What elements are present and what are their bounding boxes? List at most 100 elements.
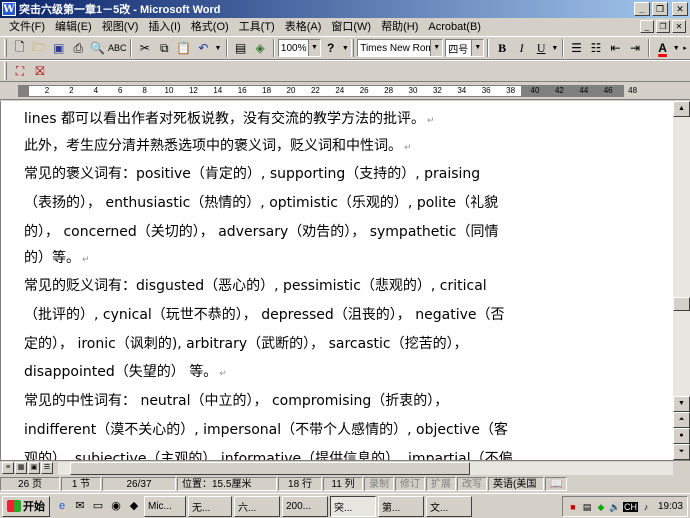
toolbar-grip[interactable] (351, 39, 355, 57)
undo-icon[interactable]: ↶ (194, 38, 214, 58)
decrease-indent-icon[interactable]: ⇤ (606, 38, 626, 58)
ruler-tick-label: 42 (554, 86, 564, 95)
doc-minimize-button[interactable]: _ (640, 20, 654, 33)
more-buttons-icon[interactable]: ▸ (680, 38, 690, 58)
print-icon[interactable]: ⎙ (69, 38, 89, 58)
tray-antivirus-icon[interactable]: ■ (567, 501, 579, 513)
tray-network-icon[interactable]: ▤ (581, 501, 593, 513)
zoom-select[interactable]: 100% ▼ (277, 39, 321, 57)
menu-tools[interactable]: 工具(T) (234, 18, 280, 36)
quick-launch-app-icon[interactable]: ◆ (126, 498, 142, 514)
normal-view-icon[interactable]: ≡ (2, 462, 14, 474)
open-folder-icon[interactable]: 🗁 (29, 38, 49, 58)
task-button-untitled[interactable]: 无... (188, 495, 232, 517)
table-icon[interactable]: ▤ (231, 38, 251, 58)
print-preview-icon[interactable]: 🔍 (88, 38, 108, 58)
underline-icon[interactable]: U (531, 38, 551, 58)
underline-dropdown-icon[interactable]: ▼ (551, 38, 559, 58)
menu-window[interactable]: 窗口(W) (326, 18, 376, 36)
font-color-dropdown-icon[interactable]: ▼ (672, 38, 680, 58)
word-app-icon[interactable]: W (2, 2, 16, 16)
internet-explorer-icon[interactable]: e (54, 498, 70, 514)
copy-icon[interactable]: ⧉ (155, 38, 175, 58)
task-button-doc4[interactable]: 文... (426, 495, 472, 517)
bold-icon[interactable]: B (492, 38, 512, 58)
task-button-mic[interactable]: Mic... (144, 495, 186, 517)
status-record[interactable]: 录制 (364, 477, 394, 491)
drawing-icon[interactable]: ◈ (250, 38, 270, 58)
horizontal-scroll-track[interactable] (58, 462, 673, 475)
select-browse-object-icon[interactable]: ● (673, 428, 690, 444)
task-button-doc3[interactable]: 第... (378, 495, 424, 517)
start-button[interactable]: 开始 (2, 495, 50, 517)
undo-dropdown-icon[interactable]: ▼ (213, 38, 223, 58)
toolbar-separator (272, 39, 275, 57)
vertical-scroll-thumb[interactable] (673, 297, 690, 311)
previous-page-icon[interactable]: ⏶ (673, 412, 690, 428)
menu-view[interactable]: 视图(V) (97, 18, 144, 36)
toolbar-grip[interactable] (4, 39, 7, 57)
minimize-button[interactable]: _ (634, 2, 650, 16)
task-button-doc1[interactable]: 六... (234, 495, 280, 517)
menu-edit[interactable]: 编辑(E) (50, 18, 97, 36)
scroll-up-icon[interactable]: ▲ (673, 101, 690, 117)
doc-close-button[interactable]: ✕ (672, 20, 686, 33)
menu-format[interactable]: 格式(O) (186, 18, 234, 36)
outlook-icon[interactable]: ✉ (72, 498, 88, 514)
line-text: 常见的褒义词有：positive（肯定的）, supporting（支持的）, … (24, 166, 481, 182)
toolbar-separator (561, 39, 564, 57)
cut-icon[interactable]: ✂ (135, 38, 155, 58)
menu-acrobat[interactable]: Acrobat(B) (423, 18, 486, 36)
spelling-status-icon[interactable]: 📖 (545, 477, 567, 491)
numbering-icon[interactable]: ☰ (567, 38, 587, 58)
new-document-icon[interactable]: 🗋 (10, 38, 30, 58)
document-area[interactable]: lines 都可以看出作者对死板说教，没有交流的教学方法的批评。 ↵ 此外，考生应… (0, 101, 673, 460)
ime-indicator[interactable]: CH (622, 501, 638, 512)
task-button-active[interactable]: 突... (330, 495, 376, 517)
web-layout-icon[interactable]: ▦ (15, 462, 27, 474)
vertical-scrollbar[interactable]: ▲ ▼ ⏶ ● ⏷ (673, 101, 690, 460)
tray-volume-icon[interactable]: 🔊 (609, 501, 621, 513)
chevron-down-icon[interactable]: ▼ (430, 40, 443, 56)
toolbar-grip[interactable] (4, 62, 7, 80)
media-player-icon[interactable]: ◉ (108, 498, 124, 514)
close-button[interactable]: ✕ (672, 2, 688, 16)
menu-insert[interactable]: 插入(I) (143, 18, 185, 36)
next-page-icon[interactable]: ⏷ (673, 444, 690, 460)
convert-to-pdf-icon[interactable]: ⛶ (10, 61, 30, 81)
status-track-changes[interactable]: 修订 (395, 477, 425, 491)
font-color-icon[interactable]: A (653, 38, 673, 58)
show-desktop-icon[interactable]: ▭ (90, 498, 106, 514)
bullets-icon[interactable]: ☷ (586, 38, 606, 58)
status-extend[interactable]: 扩展 (426, 477, 456, 491)
paste-icon[interactable]: 📋 (174, 38, 194, 58)
horizontal-ruler[interactable]: 2 2 4 6 8 10 12 14 16 18 20 22 24 26 28 30 32 34 36 38 40 42 4… (0, 82, 690, 100)
restore-button[interactable]: ❐ (652, 2, 668, 16)
print-layout-icon[interactable]: ▣ (28, 462, 40, 474)
horizontal-scroll-thumb[interactable] (70, 462, 470, 475)
task-button-doc2[interactable]: 200... (282, 495, 328, 517)
document-line: 常见的中性词有： neutral（中立的）， compromising（折衷的）… (24, 390, 448, 410)
font-size-select[interactable]: 四号 ▼ (445, 39, 485, 57)
status-language[interactable]: 英语(美国 (488, 477, 544, 491)
tray-speaker-icon[interactable]: ♪ (640, 501, 652, 513)
save-icon[interactable]: ▣ (49, 38, 69, 58)
chevron-down-icon[interactable]: ▼ (307, 40, 320, 56)
menu-file[interactable]: 文件(F) (4, 18, 50, 36)
tray-app-icon[interactable]: ◆ (595, 501, 607, 513)
increase-indent-icon[interactable]: ⇥ (625, 38, 645, 58)
spelling-icon[interactable]: ABC (108, 38, 128, 58)
italic-icon[interactable]: I (512, 38, 532, 58)
chevron-down-icon[interactable]: ▼ (471, 40, 484, 56)
convert-and-email-pdf-icon[interactable]: ⛝ (30, 61, 50, 81)
menu-table[interactable]: 表格(A) (280, 18, 327, 36)
scroll-down-icon[interactable]: ▼ (673, 396, 690, 412)
status-overtype[interactable]: 改写 (457, 477, 487, 491)
font-name-select[interactable]: Times New Roman ▼ (357, 39, 444, 57)
ruler-tick-label: 2 (44, 86, 50, 95)
help-icon[interactable]: ? (321, 38, 341, 58)
menu-help[interactable]: 帮助(H) (376, 18, 423, 36)
doc-restore-button[interactable]: ❐ (656, 20, 670, 33)
more-buttons-icon[interactable]: ▼ (340, 38, 350, 58)
outline-view-icon[interactable]: ☰ (41, 462, 53, 474)
